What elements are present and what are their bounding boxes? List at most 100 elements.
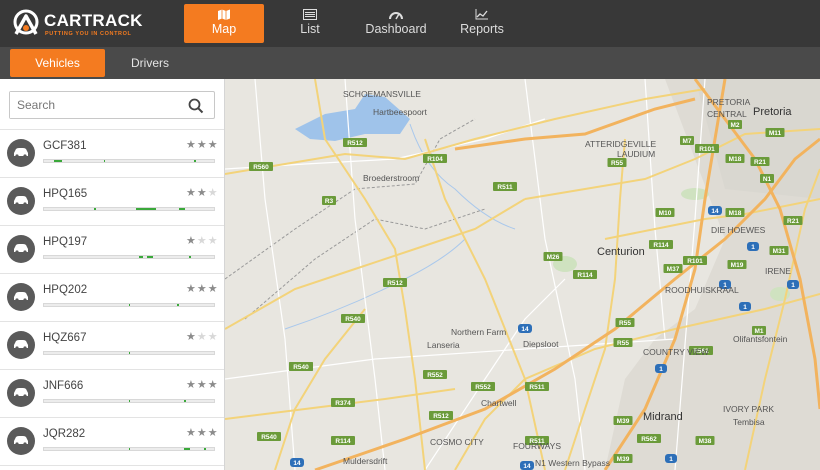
- road-marker-label: 14: [523, 463, 531, 470]
- road-marker-label: R55: [619, 320, 631, 327]
- search-box: [9, 91, 215, 119]
- vehicle-row[interactable]: GCF381 ★★★: [0, 130, 224, 178]
- driver-rating-stars: ★★★: [186, 378, 219, 391]
- star-icon: ★: [196, 139, 208, 151]
- map-place-label: Midrand: [643, 411, 683, 423]
- road-marker: R511: [525, 382, 549, 391]
- search-icon[interactable]: [188, 98, 204, 114]
- trip-segment: [184, 400, 186, 402]
- star-icon: ★: [207, 331, 219, 343]
- road-marker-label: R55: [617, 340, 629, 347]
- star-icon: ★: [186, 139, 197, 151]
- driver-rating-stars: ★★★: [186, 138, 219, 151]
- map-place-label: Hartbeespoort: [373, 107, 428, 117]
- road-marker-label: R512: [433, 413, 449, 420]
- road-marker: R562: [637, 434, 661, 443]
- search-area: [0, 79, 224, 130]
- sub-tab-bar: Vehicles Drivers: [0, 47, 820, 79]
- vehicle-row[interactable]: HPQ202 ★★★: [0, 274, 224, 322]
- road-marker: R55: [613, 338, 633, 347]
- nav-map[interactable]: Map: [184, 4, 264, 43]
- vehicle-row[interactable]: HQZ667 ★★★: [0, 322, 224, 370]
- map-place-label: COUNTRY VIEW: [643, 347, 709, 357]
- road-marker: R511: [493, 182, 517, 191]
- map-place-label: IVORY PARK: [723, 404, 774, 414]
- vehicle-row[interactable]: JQR282 ★★★: [0, 418, 224, 466]
- nav-reports[interactable]: Reports: [442, 4, 522, 43]
- list-icon: [303, 9, 317, 20]
- nav-map-label: Map: [211, 22, 237, 36]
- road-marker-label: M7: [682, 138, 691, 145]
- road-marker-label: M26: [547, 254, 560, 261]
- vehicle-registration: HPQ202: [43, 284, 88, 296]
- search-input[interactable]: [10, 92, 180, 118]
- reports-icon: [475, 9, 488, 20]
- car-icon: [7, 427, 35, 455]
- road-marker-label: M39: [617, 418, 630, 425]
- road-marker-label: R374: [335, 400, 351, 407]
- road-marker-label: M31: [773, 248, 786, 255]
- map-place-label: IRENE: [765, 266, 791, 276]
- road-marker: 1: [655, 364, 667, 373]
- road-marker: M39: [613, 454, 633, 463]
- map-place-label: FOURWAYS: [513, 441, 561, 451]
- road-marker-label: M18: [729, 156, 742, 163]
- road-marker: R21: [783, 216, 803, 225]
- map-place-label: COSMO CITY: [430, 437, 484, 447]
- trip-segment: [177, 304, 179, 306]
- car-icon: [7, 235, 35, 263]
- tab-drivers[interactable]: Drivers: [110, 49, 190, 77]
- road-marker: 14: [708, 206, 722, 215]
- trip-segment: [204, 448, 206, 450]
- road-marker-label: 14: [711, 208, 719, 215]
- map-place-label: Lanseria: [427, 340, 460, 350]
- road-marker: M39: [613, 416, 633, 425]
- road-marker-label: R512: [387, 280, 403, 287]
- road-marker-label: R55: [611, 160, 623, 167]
- road-marker: M26: [543, 252, 563, 261]
- road-marker-label: M18: [729, 210, 742, 217]
- map-canvas[interactable]: R560 R512 R104 R511 R3 R55 M7 R101 M2 M18 M11 R21 N1…: [225, 79, 820, 470]
- map-place-label: Centurion: [597, 246, 645, 258]
- road-marker: R3: [322, 196, 336, 205]
- vehicle-registration: HPQ197: [43, 236, 88, 248]
- vehicle-row[interactable]: JNF666 ★★★: [0, 370, 224, 418]
- vehicle-sidebar: GCF381★★★HPQ165★★★HPQ197★★★HPQ202★★★HQZ6…: [0, 79, 225, 470]
- map-place-label: ATTERIDGEVILLE: [585, 139, 656, 149]
- road-marker-label: M39: [617, 456, 630, 463]
- driver-rating-stars: ★★★: [186, 234, 219, 247]
- road-marker: M7: [680, 136, 694, 145]
- road-marker: M18: [725, 208, 745, 217]
- road-marker: R21: [750, 157, 770, 166]
- road-marker-label: 1: [751, 244, 755, 251]
- road-marker: M18: [725, 154, 745, 163]
- road-marker: R540: [341, 314, 365, 323]
- road-marker-label: R540: [261, 434, 277, 441]
- tab-vehicles[interactable]: Vehicles: [10, 49, 105, 77]
- brand-name: CARTRACK: [44, 11, 143, 30]
- top-navigation-bar: CARTRACK PUTTING YOU IN CONTROL Map List…: [0, 0, 820, 47]
- star-icon: ★: [207, 427, 219, 439]
- nav-dashboard[interactable]: Dashboard: [356, 4, 436, 43]
- road-marker-label: N1: [763, 176, 772, 183]
- map-place-label: Tembisa: [733, 417, 765, 427]
- road-marker-label: M19: [731, 262, 744, 269]
- vehicle-row[interactable]: HPQ165 ★★★: [0, 178, 224, 226]
- map-place-label: Chartwell: [481, 398, 517, 408]
- trip-segment: [94, 208, 96, 210]
- driver-rating-stars: ★★★: [186, 186, 219, 199]
- vehicle-row[interactable]: HPQ197 ★★★: [0, 226, 224, 274]
- map-icon: [218, 9, 230, 20]
- star-icon: ★: [186, 379, 197, 391]
- map-place-label: CENTRAL: [707, 109, 747, 119]
- cartrack-logo[interactable]: CARTRACK PUTTING YOU IN CONTROL: [12, 8, 182, 40]
- road-marker: 1: [787, 280, 799, 289]
- star-icon: ★: [196, 187, 208, 199]
- star-icon: ★: [207, 283, 219, 295]
- road-marker: M37: [663, 264, 683, 273]
- map-view[interactable]: R560 R512 R104 R511 R3 R55 M7 R101 M2 M18 M11 R21 N1…: [225, 79, 820, 470]
- road-marker: M31: [769, 246, 789, 255]
- nav-list[interactable]: List: [270, 4, 350, 43]
- vehicle-registration: HPQ165: [43, 188, 88, 200]
- road-marker: 1: [747, 242, 759, 251]
